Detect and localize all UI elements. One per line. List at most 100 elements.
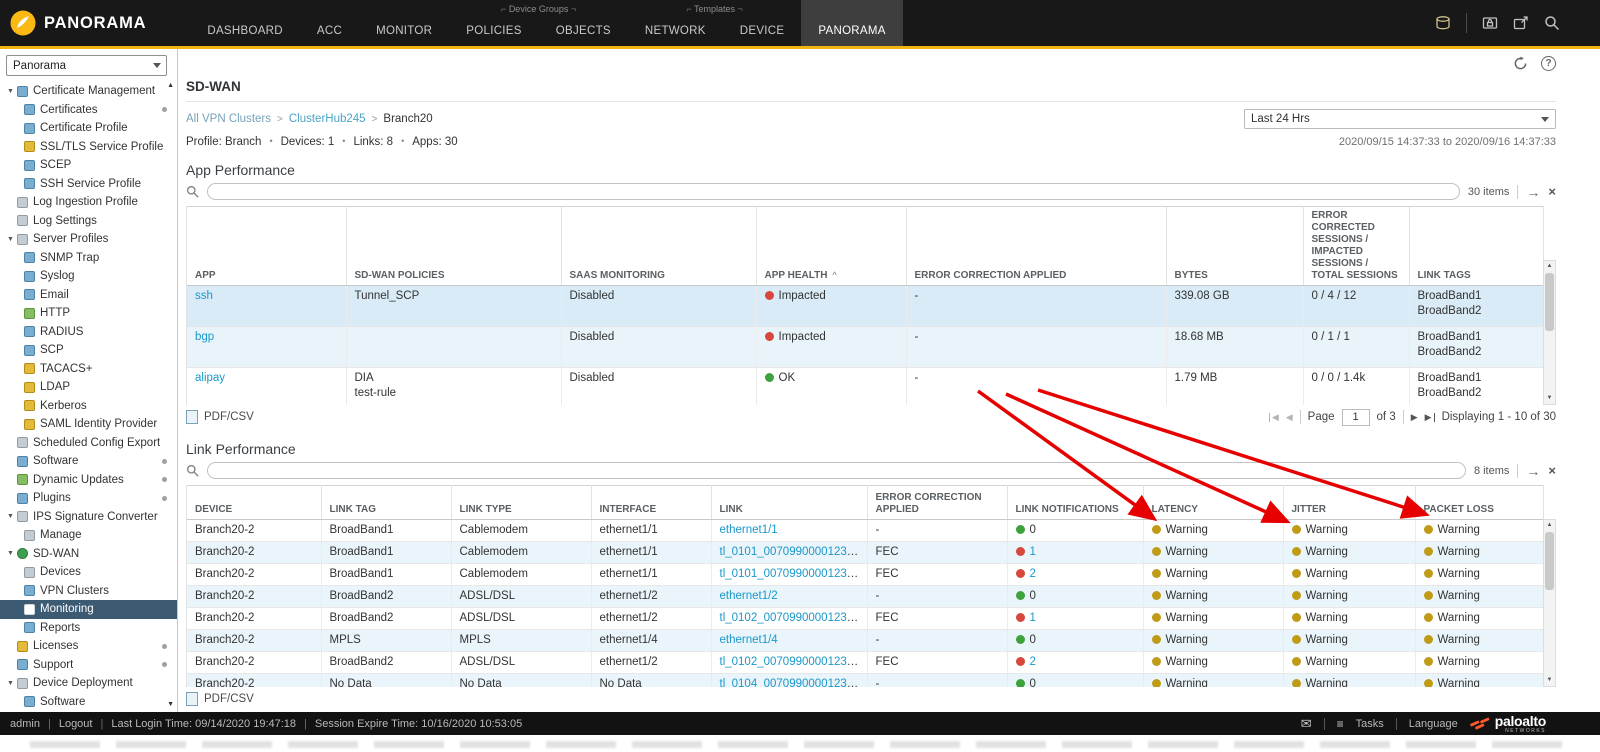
sidebar-item-licenses[interactable]: Licenses bbox=[0, 637, 177, 656]
sidebar-item-tacacs[interactable]: TACACS+ bbox=[0, 360, 177, 379]
pdf-csv-button[interactable]: PDF/CSV bbox=[204, 693, 254, 705]
col-latency[interactable]: LATENCY bbox=[1143, 486, 1283, 520]
col-error-correction-applied[interactable]: ERROR CORRECTION APPLIED bbox=[906, 207, 1166, 286]
nav-acc[interactable]: ACC bbox=[300, 0, 359, 46]
nav-policies[interactable]: POLICIES bbox=[449, 25, 538, 46]
nav-objects[interactable]: OBJECTS bbox=[539, 25, 628, 46]
nav-device[interactable]: DEVICE bbox=[723, 25, 802, 46]
tasks-button[interactable]: Tasks bbox=[1356, 718, 1384, 730]
table-row[interactable]: Branch20-2 BroadBand2 ADSL/DSL ethernet1… bbox=[187, 608, 1543, 630]
col-sessions[interactable]: ERROR CORRECTED SESSIONS / IMPACTED SESS… bbox=[1303, 207, 1409, 286]
app-link[interactable]: ssh bbox=[195, 290, 213, 302]
time-range-select[interactable]: Last 24 Hrs bbox=[1244, 109, 1556, 129]
nav-network[interactable]: NETWORK bbox=[628, 25, 723, 46]
sidebar-item-monitoring[interactable]: Monitoring bbox=[0, 600, 177, 619]
sidebar-item-syslog[interactable]: Syslog bbox=[0, 267, 177, 286]
sidebar-item-saml-identity-provider[interactable]: SAML Identity Provider bbox=[0, 415, 177, 434]
link-link[interactable]: ethernet1/2 bbox=[720, 590, 778, 602]
app-link[interactable]: bgp bbox=[195, 331, 214, 343]
link-link[interactable]: tl_0101_00709900001237... bbox=[720, 568, 863, 580]
language-button[interactable]: Language bbox=[1409, 718, 1458, 730]
sidebar-item-dynamic-updates[interactable]: Dynamic Updates bbox=[0, 471, 177, 490]
sidebar-item-http[interactable]: HTTP bbox=[0, 304, 177, 323]
sidebar-item-sd-wan[interactable]: ▼SD-WAN bbox=[0, 545, 177, 564]
link-link[interactable]: tl_0101_00709900001237... bbox=[720, 546, 863, 558]
breadcrumb-clusterhub245[interactable]: ClusterHub245 bbox=[289, 113, 366, 125]
sidebar-item-kerberos[interactable]: Kerberos bbox=[0, 397, 177, 416]
sidebar-item-software[interactable]: Software bbox=[0, 452, 177, 471]
sidebar-scroll-down-icon[interactable]: ▼ bbox=[167, 701, 174, 708]
prev-page-icon[interactable]: ◀ bbox=[1286, 413, 1293, 422]
table-row[interactable]: Branch20-2 BroadBand1 Cablemodem etherne… bbox=[187, 564, 1543, 586]
table-row[interactable]: Branch20-2 MPLS MPLS ethernet1/4 etherne… bbox=[187, 630, 1543, 652]
link-link[interactable]: ethernet1/1 bbox=[720, 524, 778, 536]
col-bytes[interactable]: BYTES bbox=[1166, 207, 1303, 286]
col-link-tag[interactable]: LINK TAG bbox=[321, 486, 451, 520]
global-search-icon[interactable] bbox=[1544, 15, 1560, 31]
sidebar-item-log-ingestion-profile[interactable]: Log Ingestion Profile bbox=[0, 193, 177, 212]
pdf-csv-button[interactable]: PDF/CSV bbox=[204, 411, 254, 423]
table-row[interactable]: Branch20-2 No Data No Data No Data tl_01… bbox=[187, 674, 1543, 688]
device-lock-icon[interactable] bbox=[1482, 15, 1498, 31]
messages-icon[interactable]: ✉ bbox=[1301, 717, 1312, 730]
sidebar-scroll-up-icon[interactable]: ▲ bbox=[167, 82, 174, 89]
link-link[interactable]: tl_0102_00709900001237... bbox=[720, 656, 863, 668]
scroll-down-icon[interactable]: ▼ bbox=[1544, 675, 1555, 686]
sidebar-item-manage[interactable]: Manage bbox=[0, 526, 177, 545]
tasks-icon[interactable]: ≡ bbox=[1337, 718, 1344, 730]
expander-icon[interactable]: ▼ bbox=[5, 550, 16, 557]
clear-filter-icon[interactable]: × bbox=[1548, 464, 1556, 477]
popout-window-icon[interactable] bbox=[1513, 15, 1529, 31]
sidebar-item-device-deployment[interactable]: ▼Device Deployment bbox=[0, 674, 177, 693]
col-interface[interactable]: INTERFACE bbox=[591, 486, 711, 520]
vertical-scrollbar[interactable]: ▲ ▼ bbox=[1543, 260, 1556, 405]
col-app[interactable]: APP bbox=[187, 207, 346, 286]
expander-icon[interactable]: ▼ bbox=[5, 680, 16, 687]
sidebar-item-email[interactable]: Email bbox=[0, 286, 177, 305]
app-link[interactable]: alipay bbox=[195, 372, 225, 384]
sidebar-item-log-settings[interactable]: Log Settings bbox=[0, 212, 177, 231]
col-link[interactable]: LINK bbox=[711, 486, 867, 520]
sidebar-item-ips-signature-converter[interactable]: ▼IPS Signature Converter bbox=[0, 508, 177, 527]
clear-filter-icon[interactable]: × bbox=[1548, 185, 1556, 198]
col-link-tags[interactable]: LINK TAGS bbox=[1409, 207, 1543, 286]
expander-icon[interactable]: ▼ bbox=[5, 513, 16, 520]
expander-icon[interactable]: ▼ bbox=[5, 88, 16, 95]
sidebar-item-certificate-profile[interactable]: Certificate Profile bbox=[0, 119, 177, 138]
link-search-input[interactable] bbox=[207, 462, 1466, 479]
scrollbar-thumb[interactable] bbox=[1545, 532, 1554, 590]
table-row[interactable]: Branch20-2 BroadBand1 Cablemodem etherne… bbox=[187, 520, 1543, 542]
refresh-icon[interactable] bbox=[1513, 56, 1528, 71]
apply-filter-icon[interactable]: → bbox=[1526, 185, 1540, 199]
col-device[interactable]: DEVICE bbox=[187, 486, 321, 520]
nav-monitor[interactable]: MONITOR bbox=[359, 0, 449, 46]
sidebar-item-scp[interactable]: SCP bbox=[0, 341, 177, 360]
sidebar-item-certificate-management[interactable]: ▼Certificate Management bbox=[0, 82, 177, 101]
next-page-icon[interactable]: ▶ bbox=[1411, 413, 1418, 422]
col-packet-loss[interactable]: PACKET LOSS bbox=[1415, 486, 1543, 520]
logout-link[interactable]: Logout bbox=[40, 718, 93, 730]
scroll-down-icon[interactable]: ▼ bbox=[1544, 393, 1555, 404]
sidebar-item-radius[interactable]: RADIUS bbox=[0, 323, 177, 342]
link-link[interactable]: ethernet1/4 bbox=[720, 634, 778, 646]
sidebar-item-certificates[interactable]: Certificates bbox=[0, 101, 177, 120]
sidebar-item-ssl-tls-service-profile[interactable]: SSL/TLS Service Profile bbox=[0, 138, 177, 157]
table-row[interactable]: bgp Disabled Impacted - 18.68 MB 0 / 1 /… bbox=[187, 327, 1543, 368]
paloalto-logo[interactable]: paloalto NETWORKS bbox=[1470, 714, 1546, 734]
col-jitter[interactable]: JITTER bbox=[1283, 486, 1415, 520]
table-row[interactable]: Branch20-2 BroadBand2 ADSL/DSL ethernet1… bbox=[187, 586, 1543, 608]
sidebar-item-snmp-trap[interactable]: SNMP Trap bbox=[0, 249, 177, 268]
col-app-health[interactable]: APP HEALTH^ bbox=[756, 207, 906, 286]
nav-panorama[interactable]: PANORAMA bbox=[801, 0, 902, 46]
sidebar-item-scep[interactable]: SCEP bbox=[0, 156, 177, 175]
sidebar-item-ssh-service-profile[interactable]: SSH Service Profile bbox=[0, 175, 177, 194]
table-row[interactable]: alipay DIAtest-rule Disabled OK - 1.79 M… bbox=[187, 368, 1543, 406]
nav-dashboard[interactable]: DASHBOARD bbox=[190, 0, 300, 46]
table-row[interactable]: Branch20-2 BroadBand2 ADSL/DSL ethernet1… bbox=[187, 652, 1543, 674]
col-saas-monitoring[interactable]: SAAS MONITORING bbox=[561, 207, 756, 286]
sidebar-item-server-profiles[interactable]: ▼Server Profiles bbox=[0, 230, 177, 249]
scroll-up-icon[interactable]: ▲ bbox=[1544, 261, 1555, 272]
vertical-scrollbar[interactable]: ▲ ▼ bbox=[1543, 519, 1556, 687]
sidebar-item-reports[interactable]: Reports bbox=[0, 619, 177, 638]
app-search-input[interactable] bbox=[207, 183, 1460, 200]
